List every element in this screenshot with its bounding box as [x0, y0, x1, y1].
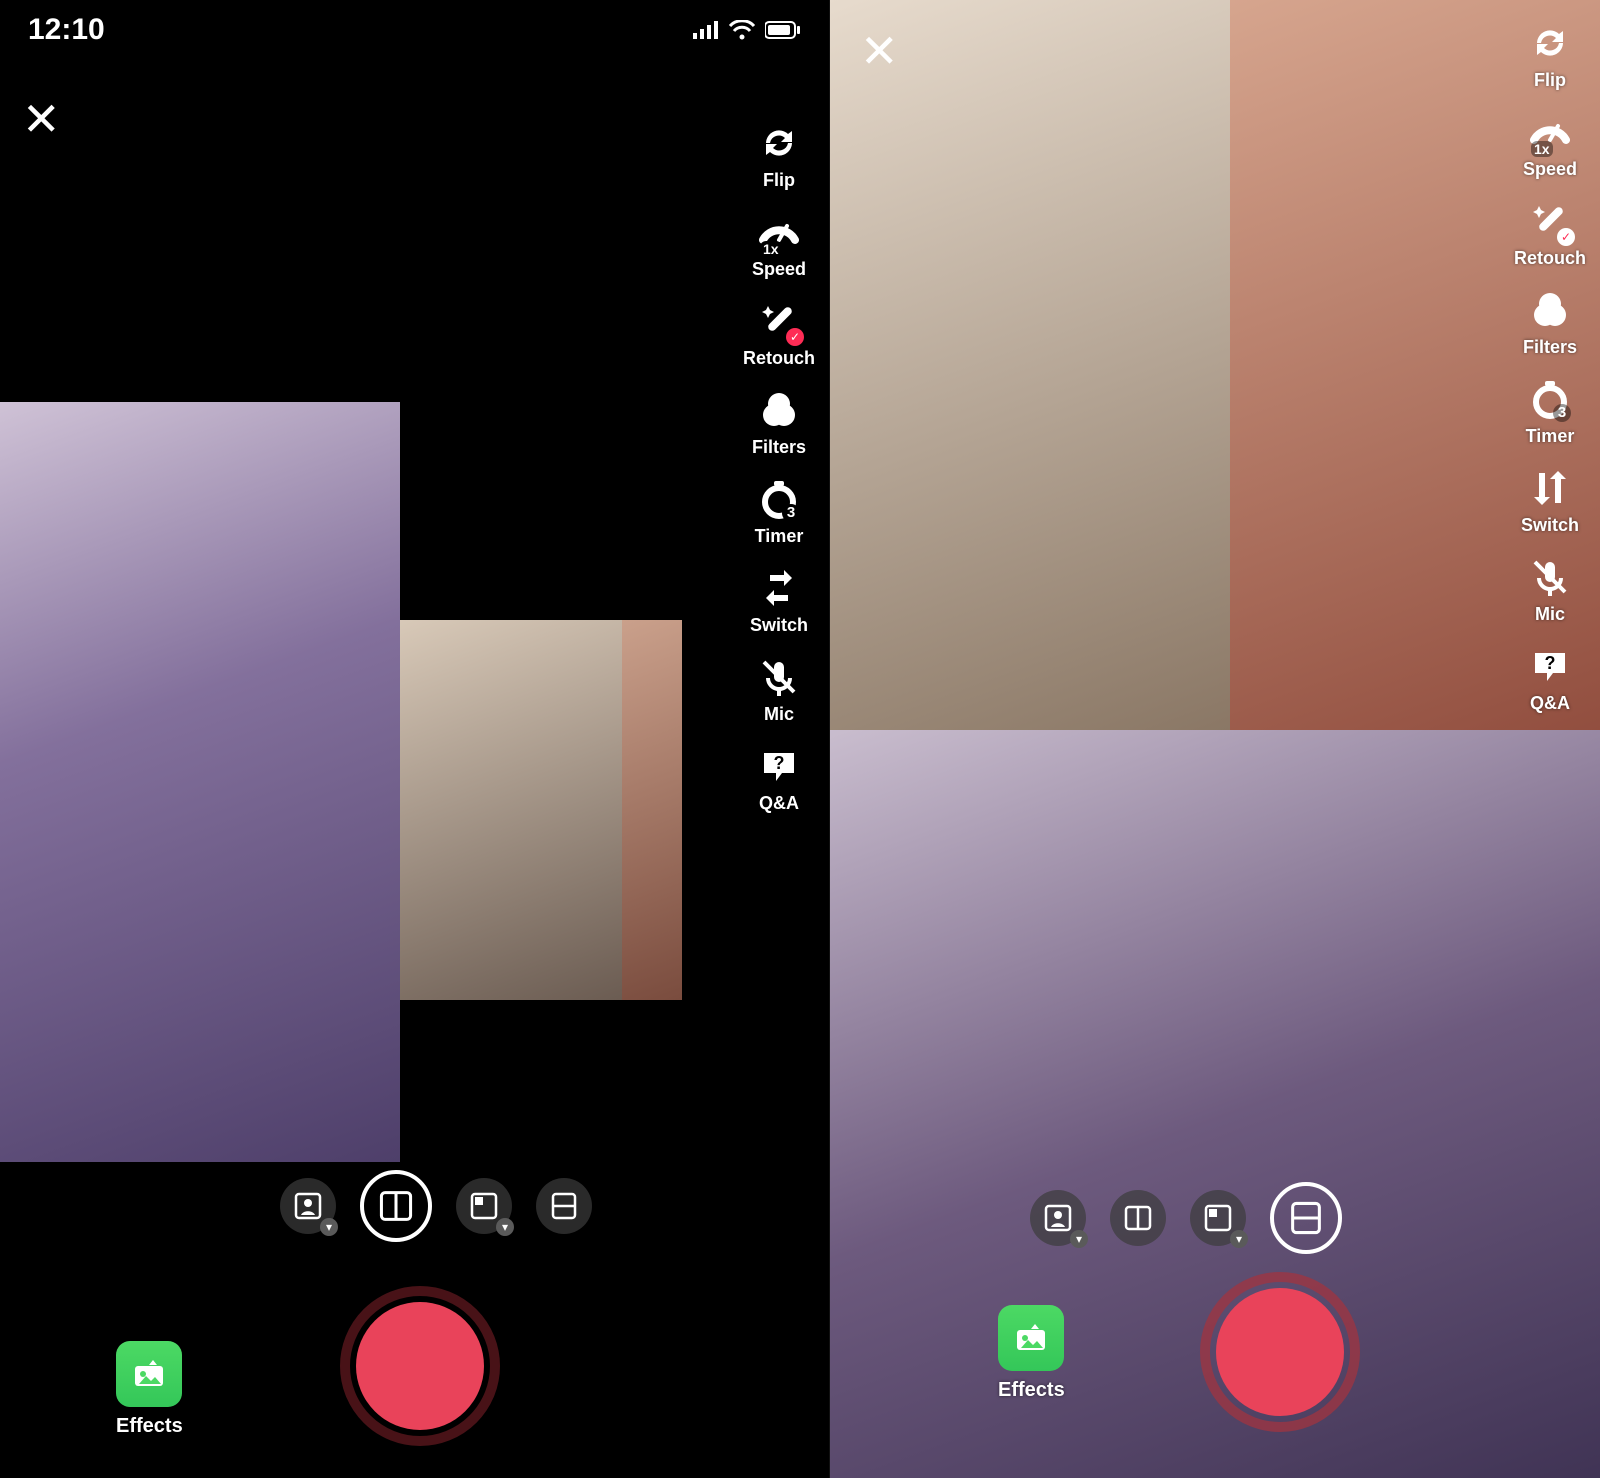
side-by-side-layout-button[interactable]: [360, 1170, 432, 1242]
speed-icon: 1x: [1527, 109, 1573, 155]
tool-label: Q&A: [1530, 693, 1570, 714]
side-by-side-layout-button[interactable]: [1110, 1190, 1166, 1246]
speed-button[interactable]: 1x Speed: [743, 209, 815, 280]
camera-preview-self: [0, 402, 400, 1162]
tool-label: Flip: [1534, 70, 1566, 91]
qa-button[interactable]: ? Q&A: [743, 743, 815, 814]
tool-label: Mic: [1535, 604, 1565, 625]
tool-label: Retouch: [743, 348, 815, 369]
duet-layout-selector: ▾ ▾: [280, 1170, 592, 1242]
timer-badge: 3: [782, 504, 800, 522]
tool-label: Switch: [750, 615, 808, 636]
tool-label: Retouch: [1514, 248, 1586, 269]
filters-button[interactable]: Filters: [743, 387, 815, 458]
cellular-icon: [693, 21, 719, 39]
filters-button[interactable]: Filters: [1514, 287, 1586, 358]
mic-muted-icon: [1527, 554, 1573, 600]
chevron-down-icon: ▾: [320, 1218, 338, 1236]
timer-button[interactable]: 3 Timer: [1514, 376, 1586, 447]
battery-icon: [765, 21, 801, 39]
picture-in-picture-layout-button[interactable]: ▾: [1190, 1190, 1246, 1246]
speed-badge: 1x: [1531, 141, 1553, 157]
tool-label: Switch: [1521, 515, 1579, 536]
effects-icon: [998, 1305, 1064, 1371]
duet-layout-selector: ▾ ▾: [1030, 1182, 1342, 1254]
retouch-button[interactable]: ✓ Retouch: [743, 298, 815, 369]
switch-icon: [1527, 465, 1573, 511]
duet-source-preview-b: [622, 620, 682, 1000]
qa-icon: ?: [756, 743, 802, 789]
duet-record-screen-side-by-side: 12:10 ✕ Flip 1x Speed ✓ Retouch: [0, 0, 830, 1478]
effects-label: Effects: [116, 1415, 183, 1438]
tool-label: Speed: [752, 259, 806, 280]
qa-icon: ?: [1527, 643, 1573, 689]
tool-label: Flip: [763, 170, 795, 191]
switch-button[interactable]: Switch: [1514, 465, 1586, 536]
green-screen-layout-button[interactable]: ▾: [1030, 1190, 1086, 1246]
duet-source-preview-a: [830, 0, 1230, 730]
status-indicators: [693, 20, 801, 40]
tool-label: Filters: [752, 437, 806, 458]
svg-text:?: ?: [774, 753, 785, 773]
chevron-down-icon: ▾: [1070, 1230, 1088, 1248]
timer-badge: 3: [1553, 404, 1571, 422]
record-button-inner: [1216, 1288, 1344, 1416]
filters-icon: [756, 387, 802, 433]
flip-camera-button[interactable]: Flip: [1514, 20, 1586, 91]
tool-label: Filters: [1523, 337, 1577, 358]
mic-button[interactable]: Mic: [1514, 554, 1586, 625]
green-screen-layout-button[interactable]: ▾: [280, 1178, 336, 1234]
switch-button[interactable]: Switch: [743, 565, 815, 636]
tool-label: Mic: [764, 704, 794, 725]
speed-icon: 1x: [756, 209, 802, 255]
retouch-button[interactable]: ✓ Retouch: [1514, 198, 1586, 269]
record-button[interactable]: [1200, 1272, 1360, 1432]
svg-text:?: ?: [1545, 653, 1556, 673]
speed-button[interactable]: 1x Speed: [1514, 109, 1586, 180]
retouch-active-check-icon: ✓: [786, 328, 804, 346]
flip-icon: [756, 120, 802, 166]
mic-button[interactable]: Mic: [743, 654, 815, 725]
camera-tools-sidebar: Flip 1x Speed ✓ Retouch Filters 3 Ti: [743, 120, 815, 814]
mic-muted-icon: [756, 654, 802, 700]
duet-record-screen-top-bottom: ✕ Flip 1x Speed ✓ Retouch Filters: [830, 0, 1600, 1478]
filters-icon: [1527, 287, 1573, 333]
tool-label: Timer: [1526, 426, 1575, 447]
retouch-icon: ✓: [756, 298, 802, 344]
tool-label: Timer: [755, 526, 804, 547]
qa-button[interactable]: ? Q&A: [1514, 643, 1586, 714]
record-button[interactable]: [340, 1286, 500, 1446]
speed-badge: 1x: [760, 241, 782, 257]
status-time: 12:10: [28, 13, 105, 47]
chevron-down-icon: ▾: [1230, 1230, 1248, 1248]
retouch-icon: ✓: [1527, 198, 1573, 244]
close-button[interactable]: ✕: [860, 28, 899, 74]
flip-camera-button[interactable]: Flip: [743, 120, 815, 191]
duet-source-preview-a: [400, 620, 622, 1000]
top-bottom-layout-button[interactable]: [1270, 1182, 1342, 1254]
effects-button[interactable]: Effects: [998, 1305, 1065, 1402]
status-bar: 12:10: [0, 0, 829, 60]
timer-button[interactable]: 3 Timer: [743, 476, 815, 547]
timer-icon: 3: [1527, 376, 1573, 422]
timer-icon: 3: [756, 476, 802, 522]
camera-tools-sidebar: Flip 1x Speed ✓ Retouch Filters 3 Ti: [1514, 20, 1586, 714]
retouch-active-check-icon: ✓: [1557, 228, 1575, 246]
tool-label: Q&A: [759, 793, 799, 814]
wifi-icon: [729, 20, 755, 40]
close-button[interactable]: ✕: [22, 96, 61, 142]
tool-label: Speed: [1523, 159, 1577, 180]
top-bottom-layout-button[interactable]: [536, 1178, 592, 1234]
switch-icon: [756, 565, 802, 611]
record-button-inner: [356, 1302, 484, 1430]
chevron-down-icon: ▾: [496, 1218, 514, 1236]
effects-label: Effects: [998, 1379, 1065, 1402]
effects-button[interactable]: Effects: [116, 1341, 183, 1438]
effects-icon: [116, 1341, 182, 1407]
flip-icon: [1527, 20, 1573, 66]
picture-in-picture-layout-button[interactable]: ▾: [456, 1178, 512, 1234]
